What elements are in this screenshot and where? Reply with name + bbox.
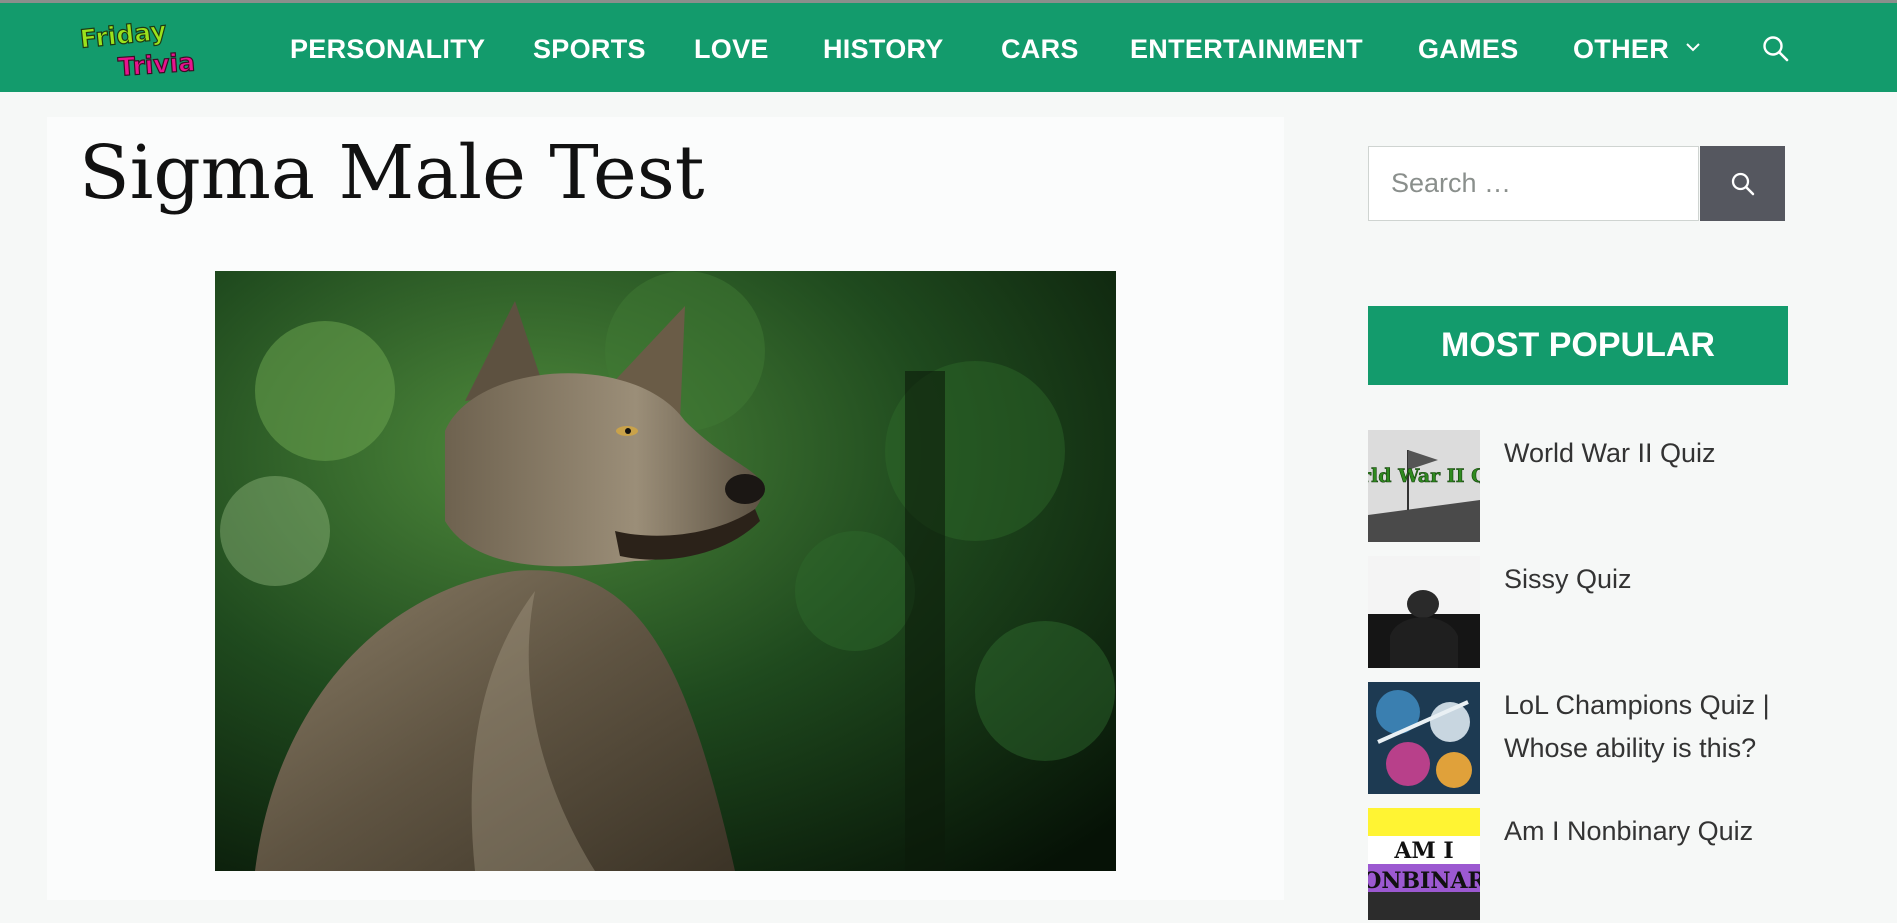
logo-graphic: Friday Trivia [78,17,197,79]
popular-link-nonbinary[interactable]: Am I Nonbinary Quiz [1504,810,1789,853]
hero-image-wolf [215,271,1116,871]
thumb-text-nonbinary-1: AM I [1393,838,1453,864]
popular-item: LoL Champions Quiz | Whose ability is th… [1368,682,1788,797]
popular-thumb-sissy[interactable] [1368,556,1480,668]
logo-word-friday: Friday [79,17,168,54]
most-popular-heading: MOST POPULAR [1368,306,1788,385]
nav-item-love[interactable]: LOVE [694,31,769,67]
nav-item-history[interactable]: HISTORY [823,31,944,67]
page-title: Sigma Male Test [79,130,705,216]
nav-item-other[interactable]: OTHER [1573,31,1669,67]
popular-item: World War II Quiz World War II Quiz [1368,430,1788,545]
popular-link-wwii[interactable]: World War II Quiz [1504,432,1789,475]
nav-item-entertainment[interactable]: ENTERTAINMENT [1130,31,1363,67]
popular-thumb-wwii[interactable]: World War II Quiz [1368,430,1480,542]
search-icon [1731,172,1754,195]
popular-link-lol[interactable]: LoL Champions Quiz | Whose ability is th… [1504,684,1789,770]
site-logo[interactable]: Friday Trivia [78,17,203,79]
chevron-down-icon[interactable] [1684,38,1702,56]
sidebar-search-button[interactable] [1700,146,1785,221]
nav-item-sports[interactable]: SPORTS [533,31,646,67]
thumb-text-nonbinary-2: ONBINAR [1368,868,1480,894]
thumb-text-wwii: World War II Quiz [1368,465,1480,487]
popular-thumb-nonbinary[interactable]: AM I ONBINAR [1368,808,1480,920]
nav-item-personality[interactable]: PERSONALITY [290,31,485,67]
nav-item-games[interactable]: GAMES [1418,31,1519,67]
popular-item: Sissy Quiz [1368,556,1788,671]
search-icon[interactable] [1761,34,1791,64]
sidebar-search-input[interactable] [1368,146,1699,221]
popular-thumb-lol[interactable] [1368,682,1480,794]
popular-item: AM I ONBINAR Am I Nonbinary Quiz [1368,808,1788,923]
logo-word-trivia: Trivia [117,47,196,79]
main-navbar: Friday Trivia PERSONALITY SPORTS LOVE HI… [0,3,1897,92]
popular-link-sissy[interactable]: Sissy Quiz [1504,558,1789,601]
nav-item-cars[interactable]: CARS [1001,31,1079,67]
